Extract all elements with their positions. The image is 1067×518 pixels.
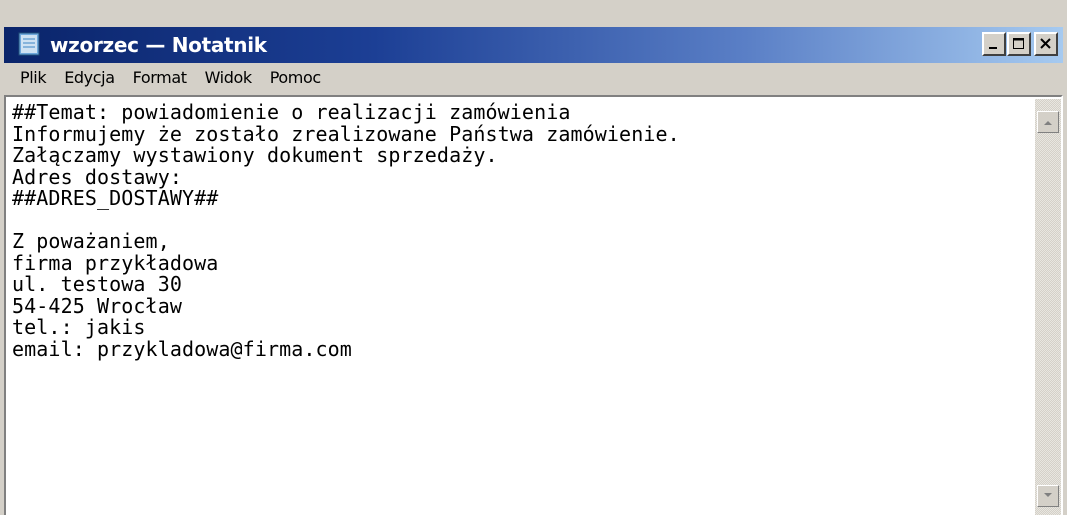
notepad-window: wzorzec — Notatnik Plik Edycja Format Wi…: [0, 0, 1067, 518]
editor-line: Załączamy wystawiony dokument sprzedaży.: [12, 143, 498, 167]
editor-line: ##Temat: powiadomienie o realizacji zamó…: [12, 100, 571, 124]
editor-line: email: przykladowa@firma.com: [12, 336, 352, 361]
text-editor[interactable]: ##Temat: powiadomienie o realizacji zamó…: [8, 99, 1033, 518]
arrow-up-icon: [1044, 121, 1052, 125]
title-bar[interactable]: wzorzec — Notatnik: [4, 27, 1063, 63]
arrow-down-icon: [1044, 493, 1052, 497]
menu-edit[interactable]: Edycja: [55, 63, 123, 93]
menu-file[interactable]: Plik: [4, 63, 55, 93]
scroll-up-button[interactable]: [1037, 111, 1059, 133]
scroll-down-button[interactable]: [1037, 485, 1059, 507]
maximize-button[interactable]: [1007, 32, 1031, 56]
menu-bar: Plik Edycja Format Widok Pomoc: [4, 63, 1063, 93]
menu-format[interactable]: Format: [124, 63, 196, 93]
editor-line: Adres dostawy:: [12, 164, 182, 189]
minimize-icon: [989, 47, 997, 49]
editor-line: Informujemy że zostało zrealizowane Pańs…: [12, 121, 680, 146]
minimize-button[interactable]: [982, 32, 1006, 56]
editor-line: ##ADRES_DOSTAWY##: [12, 186, 219, 210]
editor-line: ul. testowa 30: [12, 272, 182, 296]
notepad-icon: [18, 32, 40, 56]
vertical-scrollbar[interactable]: [1035, 99, 1061, 515]
window-title: wzorzec — Notatnik: [50, 33, 267, 57]
editor-line: firma przykładowa: [12, 250, 219, 275]
editor-line: tel.: jakis: [12, 315, 146, 339]
close-button[interactable]: [1034, 32, 1058, 56]
edit-frame: ##Temat: powiadomienie o realizacji zamó…: [4, 95, 1063, 518]
maximize-icon: [1013, 38, 1024, 49]
close-icon: [1040, 38, 1051, 49]
editor-line: 54-425 Wrocław: [12, 293, 182, 318]
menu-help[interactable]: Pomoc: [261, 63, 330, 93]
editor-line: Z poważaniem,: [12, 229, 170, 253]
menu-view[interactable]: Widok: [196, 63, 261, 93]
